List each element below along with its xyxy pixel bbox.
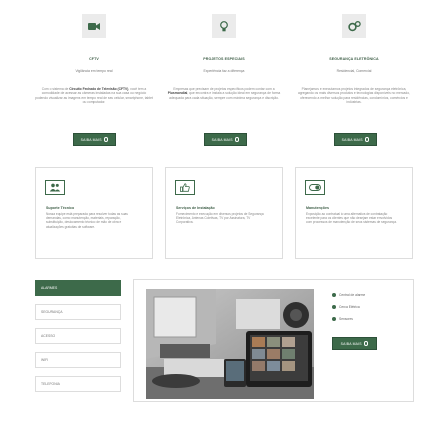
- service-subtitle: Vigilância em tempo real: [75, 69, 113, 73]
- card-description: Exposição ao contratual à uma alternativ…: [306, 212, 397, 225]
- thumbs-up-icon: [175, 180, 195, 195]
- tab-wifi[interactable]: WiFi: [35, 352, 121, 368]
- users-icon: [45, 180, 65, 195]
- tab-alarmes[interactable]: Alarmes: [35, 280, 121, 296]
- tab-acesso[interactable]: Acesso: [35, 328, 121, 344]
- support-card: Suporte Técnico Nossa equipe está prepar…: [35, 167, 153, 259]
- maintenance-card: Manutenções Exposição ao contratual à um…: [295, 167, 413, 259]
- service-title: Projetos especiais: [203, 57, 245, 61]
- lightbulb-icon: [212, 14, 236, 38]
- feature-item: Sensores: [332, 317, 353, 321]
- security-devices-image: [146, 289, 314, 399]
- card-description: Fornecimento e execução em diversos proj…: [176, 212, 264, 225]
- card-title: Serviços de Instalação: [176, 206, 215, 210]
- service-description: Com o sistema de Circuito Fechado de Tel…: [35, 87, 153, 104]
- service-subtitle: Residencial, Comercial: [336, 69, 372, 73]
- service-description: Empresas que precisam de projetos especí…: [167, 87, 281, 100]
- video-camera-icon: [82, 14, 106, 38]
- electronic-security-learn-more-button[interactable]: Saiba mais: [334, 133, 377, 146]
- service-title: CFTV: [89, 57, 99, 61]
- tab-telefonia[interactable]: Telefonia: [35, 376, 121, 392]
- toggle-icon: [305, 180, 325, 195]
- card-title: Manutenções: [306, 206, 329, 210]
- card-title: Suporte Técnico: [46, 206, 75, 210]
- service-subtitle: Experiência faz a diferença: [203, 69, 245, 73]
- gears-icon: [342, 14, 366, 38]
- alarms-learn-more-button[interactable]: Saiba mais: [332, 337, 377, 350]
- service-title: Segurança eletrônica: [329, 57, 379, 61]
- projects-learn-more-button[interactable]: Saiba mais: [204, 133, 247, 146]
- check-circle-icon: [332, 293, 336, 297]
- installation-card: Serviços de Instalação Fornecimento e ex…: [165, 167, 283, 259]
- check-circle-icon: [332, 317, 336, 321]
- card-description: Nossa equipe está preparada para resolve…: [46, 212, 128, 229]
- feature-item: Cerca Elétrica: [332, 305, 360, 309]
- tab-seguranca[interactable]: Segurança: [35, 304, 121, 320]
- cftv-learn-more-button[interactable]: Saiba mais: [73, 133, 116, 146]
- feature-item: Central de alarme: [332, 293, 365, 297]
- service-description: Planejamos e executamos projetos integra…: [298, 87, 410, 104]
- check-circle-icon: [332, 305, 336, 309]
